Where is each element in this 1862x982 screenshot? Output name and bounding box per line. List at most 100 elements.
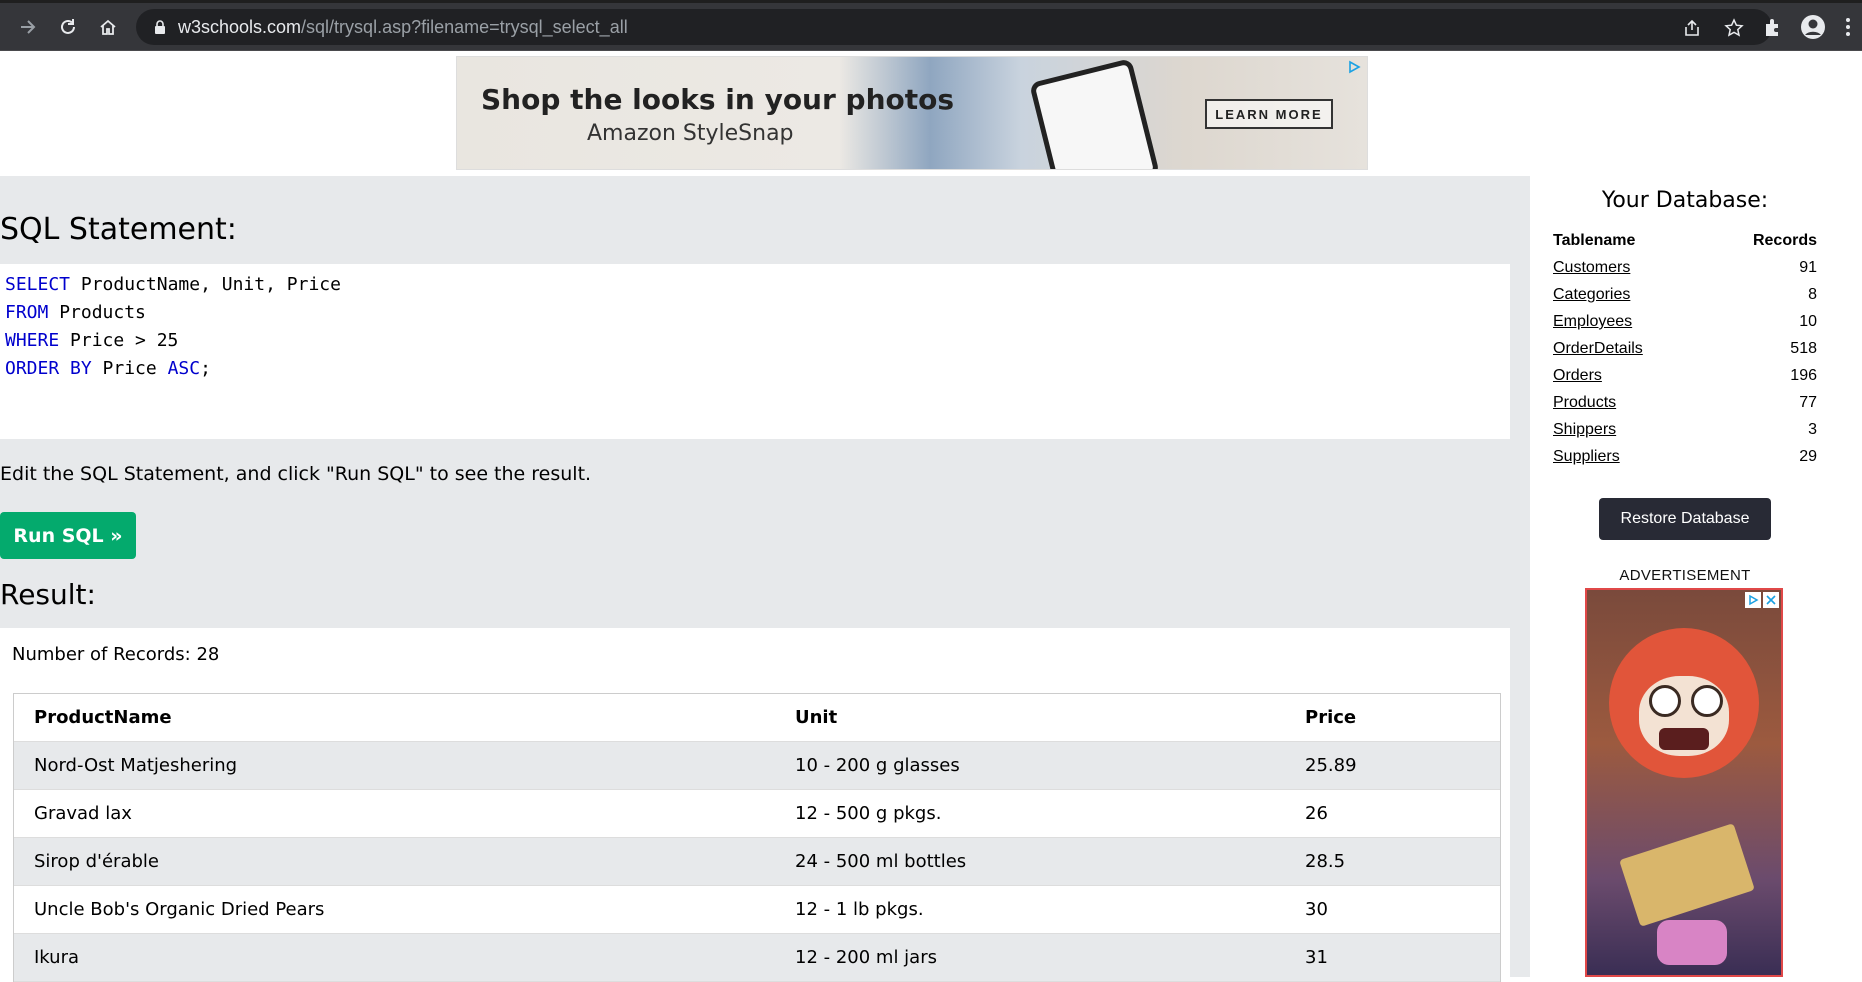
table-row: Ikura 12 - 200 ml jars 31 [14,934,1500,982]
table-cell: 28.5 [1305,851,1346,872]
table-cell: 30 [1305,899,1328,920]
browser-menu-icon[interactable] [1834,13,1862,41]
code-line: ORDER BY Price ASC; [5,358,211,379]
database-row-shippers: Shippers 3 [1553,421,1817,448]
url-path: /sql/trysql.asp?filename=trysql_select_a… [301,17,628,37]
reload-icon[interactable] [54,13,82,41]
table-row: Sirop d'érable 24 - 500 ml bottles 28.5 [14,838,1500,886]
table-cell: Ikura [34,947,80,968]
table-link-categories[interactable]: Categories [1553,286,1630,304]
code-line: SELECT ProductName, Unit, Price [5,274,341,295]
table-cell: 10 - 200 g glasses [795,755,960,776]
forward-icon[interactable] [14,13,42,41]
url-host: w3schools.com [178,17,302,37]
ad-subline: Amazon StyleSnap [587,121,794,146]
column-header: Unit [795,707,838,728]
profile-avatar-icon[interactable] [1799,13,1827,41]
table-link-employees[interactable]: Employees [1553,313,1632,331]
record-count-value: 10 [1799,313,1817,330]
table-link-orderdetails[interactable]: OrderDetails [1553,340,1643,358]
home-icon[interactable] [94,13,122,41]
lock-icon [155,20,165,34]
advertisement-label: ADVERTISEMENT [1619,567,1751,584]
database-row-products: Products 77 [1553,394,1817,421]
sql-text: Price > 25 [59,330,179,351]
result-heading: Result: [0,578,96,611]
ad-phone-image [1029,58,1160,169]
table-cell: 31 [1305,947,1328,968]
record-count-value: 196 [1790,367,1817,384]
extensions-icon[interactable] [1759,13,1787,41]
adchoices-icon[interactable] [1347,60,1361,74]
table-link-products[interactable]: Products [1553,394,1616,412]
table-cell: 26 [1305,803,1328,824]
database-header-row: Tablename Records [1553,232,1817,259]
ad-headline: Shop the looks in your photos [481,83,955,116]
sql-text: Products [48,302,146,323]
record-count-value: 77 [1799,394,1817,411]
table-link-suppliers[interactable]: Suppliers [1553,448,1620,466]
code-line: FROM Products [5,302,146,323]
bookmark-star-icon[interactable] [1722,16,1746,40]
record-count-value: 91 [1799,259,1817,276]
table-cell: Sirop d'érable [34,851,159,872]
table-link-customers[interactable]: Customers [1553,259,1630,277]
browser-toolbar: w3schools.com/sql/trysql.asp?filename=tr… [0,3,1862,51]
sql-statement-heading: SQL Statement: [0,212,237,247]
record-count-value: 518 [1790,340,1817,357]
table-cell: Uncle Bob's Organic Dried Pears [34,899,325,920]
ad-learn-more-button[interactable]: LEARN MORE [1205,99,1333,129]
database-row-employees: Employees 10 [1553,313,1817,340]
sidebar-ad[interactable] [1585,588,1783,977]
column-header: Price [1305,707,1357,728]
table-cell: 12 - 500 g pkgs. [795,803,942,824]
sql-text: ; [200,358,211,379]
database-row-customers: Customers 91 [1553,259,1817,286]
table-link-orders[interactable]: Orders [1553,367,1602,385]
sql-keyword: FROM [5,302,49,323]
sql-keyword: ASC [167,358,201,379]
ad-backpack-image [1657,920,1727,965]
sql-keyword: WHERE [5,330,60,351]
column-header: ProductName [34,707,172,728]
address-bar[interactable]: w3schools.com/sql/trysql.asp?filename=tr… [136,9,1772,45]
table-cell: 24 - 500 ml bottles [795,851,967,872]
table-row: Nord-Ost Matjeshering 10 - 200 g glasses… [14,742,1500,790]
top-banner-ad[interactable]: Shop the looks in your photos Amazon Sty… [456,56,1368,170]
record-count: Number of Records: 28 [12,644,220,665]
code-line: WHERE Price > 25 [5,330,178,351]
sql-text: ProductName, Unit, Price [70,274,341,295]
database-table: Tablename Records Customers 91 Categorie… [1553,232,1817,475]
result-table: ProductName Unit Price Nord-Ost Matjeshe… [13,693,1501,982]
tablename-header: Tablename [1553,232,1636,249]
sql-keyword: SELECT [5,274,71,295]
editor-instruction: Edit the SQL Statement, and click "Run S… [0,463,592,485]
table-cell: 12 - 200 ml jars [795,947,937,968]
database-row-suppliers: Suppliers 29 [1553,448,1817,475]
share-icon[interactable] [1680,16,1704,40]
records-header: Records [1752,232,1817,249]
sql-editor[interactable]: SELECT ProductName, Unit, Price FROM Pro… [0,264,1510,439]
record-count-value: 3 [1808,421,1817,438]
database-row-orderdetails: OrderDetails 518 [1553,340,1817,367]
table-cell: 12 - 1 lb pkgs. [795,899,924,920]
table-cell: 25.89 [1305,755,1357,776]
record-count-value: 8 [1808,286,1817,303]
close-ad-icon[interactable] [1763,592,1779,608]
url-text: w3schools.com/sql/trysql.asp?filename=tr… [178,17,628,38]
ad-controls [1745,592,1779,608]
database-title: Your Database: [1601,188,1769,213]
table-link-shippers[interactable]: Shippers [1553,421,1616,439]
table-row: Gravad lax 12 - 500 g pkgs. 26 [14,790,1500,838]
run-sql-button[interactable]: Run SQL » [0,512,136,559]
ad-character-mouth [1659,728,1709,750]
table-row: Uncle Bob's Organic Dried Pears 12 - 1 l… [14,886,1500,934]
record-count-value: 29 [1799,448,1817,465]
restore-database-button[interactable]: Restore Database [1599,498,1771,540]
sql-text: Price [91,358,168,379]
sql-keyword: ORDER BY [5,358,92,379]
database-row-categories: Categories 8 [1553,286,1817,313]
ad-desk-image [1619,823,1755,927]
adchoices-icon[interactable] [1745,592,1761,608]
ad-character-eye [1691,685,1723,717]
